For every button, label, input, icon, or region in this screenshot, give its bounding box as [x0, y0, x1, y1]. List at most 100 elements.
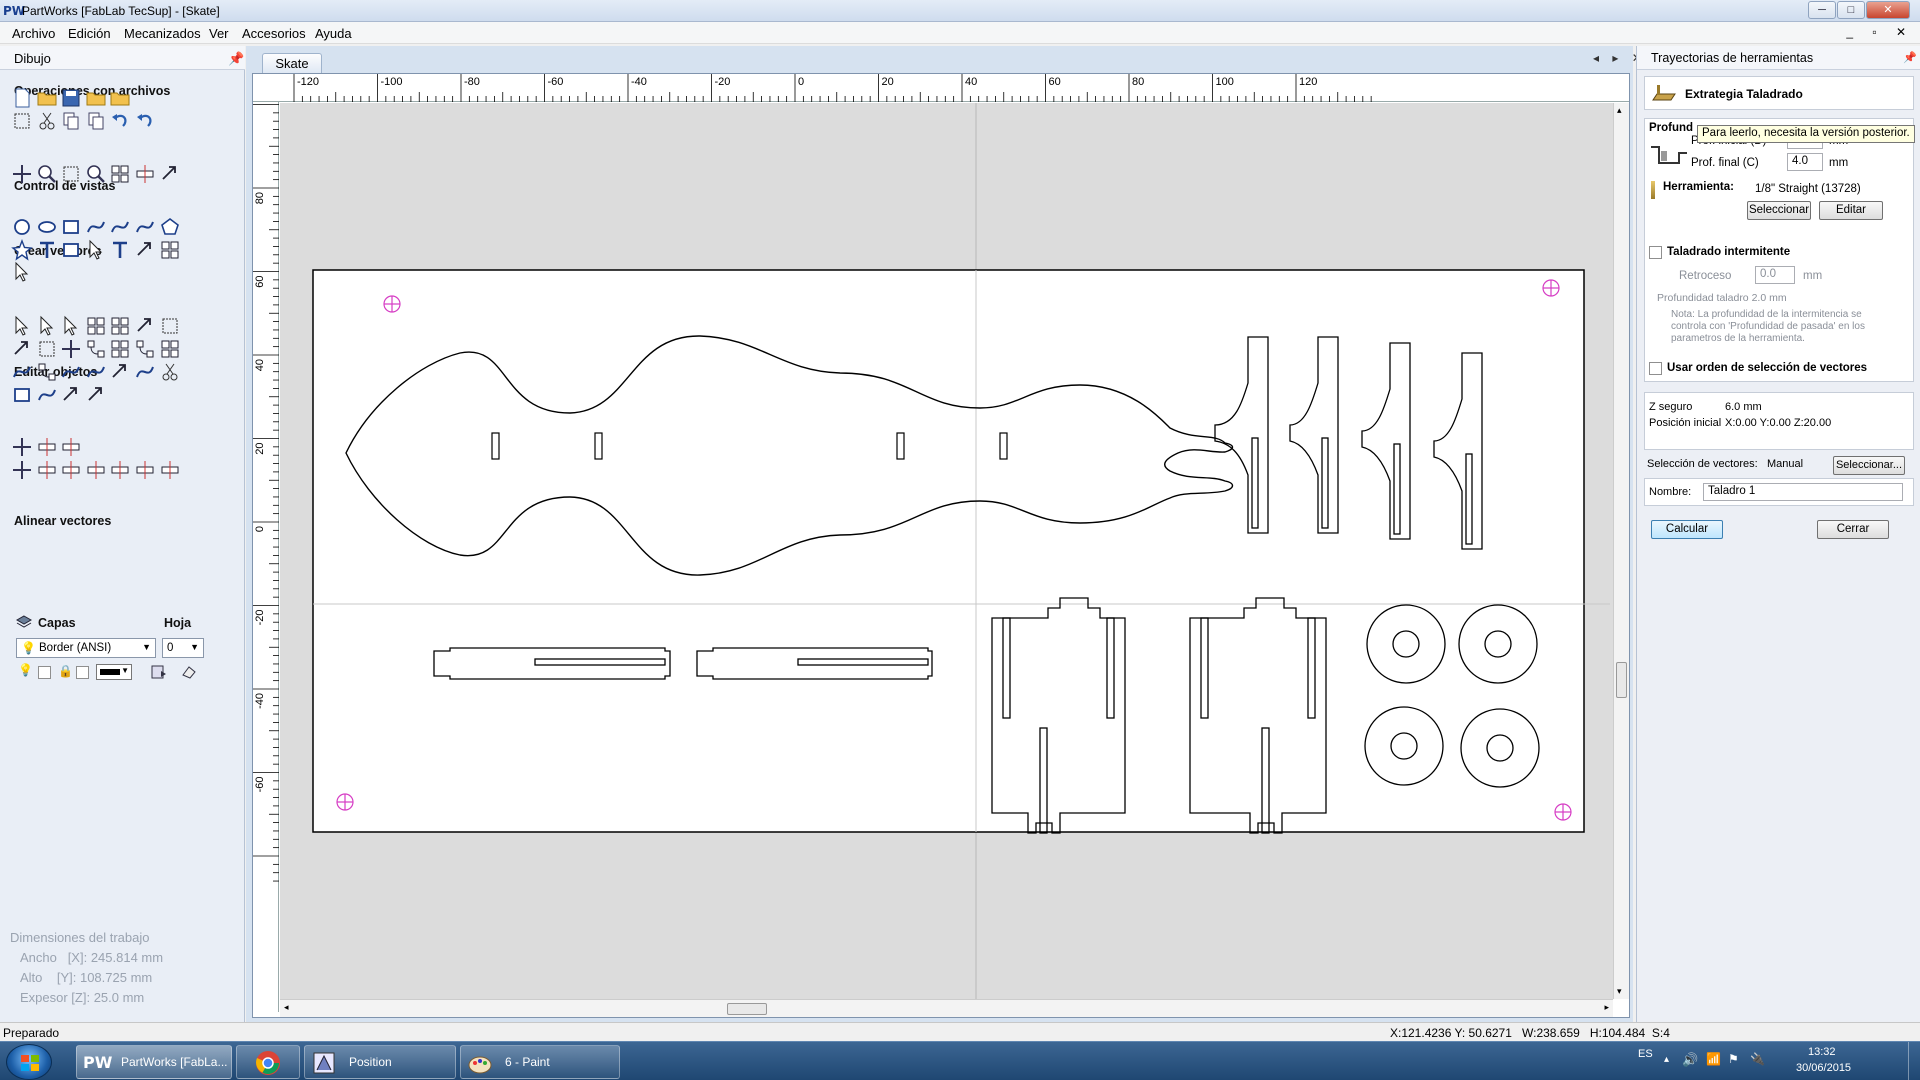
zoom-icon[interactable] [36, 163, 58, 185]
cut-icon[interactable] [36, 110, 58, 132]
power-icon[interactable]: 🔌 [1750, 1052, 1765, 1066]
menu-ayuda[interactable]: Ayuda [315, 26, 352, 41]
transform-icon[interactable] [60, 315, 82, 337]
align-top-icon[interactable] [36, 459, 58, 481]
layer-lock-checkbox[interactable] [76, 666, 89, 679]
menu-ver[interactable]: Ver [209, 26, 229, 41]
new-file-icon[interactable] [11, 87, 33, 109]
polygon-tool-icon[interactable] [159, 216, 181, 238]
scroll-up-icon[interactable]: ▴ [1617, 105, 1622, 116]
ungroup-icon[interactable] [109, 315, 131, 337]
circle-tool-icon[interactable] [11, 216, 33, 238]
text-tool-icon[interactable] [36, 239, 58, 261]
scroll-down-icon[interactable]: ▾ [1617, 986, 1622, 997]
select-tool-icon[interactable] [11, 315, 33, 337]
end-depth-input[interactable]: 4.0 [1787, 153, 1823, 171]
export-view-icon[interactable] [159, 163, 181, 185]
menu-accesorios[interactable]: Accesorios [242, 26, 306, 41]
task-chrome[interactable] [236, 1045, 300, 1079]
layer-color-dropdown[interactable]: ▼ [96, 664, 132, 680]
redo-icon[interactable] [134, 110, 156, 132]
task-paint[interactable]: 6 - Paint [460, 1045, 620, 1079]
bevel-icon[interactable] [85, 338, 107, 360]
rotate-icon[interactable] [11, 338, 33, 360]
node-edit-icon[interactable] [36, 315, 58, 337]
horizontal-view-icon[interactable] [134, 163, 156, 185]
vertical-scrollbar[interactable]: ▴ ▾ [1613, 103, 1629, 999]
select-all-icon[interactable] [11, 110, 33, 132]
align-bottom-icon[interactable] [60, 459, 82, 481]
open-file-icon[interactable] [36, 87, 58, 109]
measure-tool-icon[interactable] [11, 261, 33, 283]
break-icon[interactable] [60, 384, 82, 406]
undo-icon[interactable] [109, 110, 131, 132]
pin-icon[interactable]: 📌 [1903, 51, 1917, 64]
align-v-center-icon[interactable] [109, 459, 131, 481]
chamfer-icon[interactable] [109, 361, 131, 383]
show-desktop-button[interactable] [1908, 1042, 1920, 1080]
horizontal-scroll-thumb[interactable] [727, 1003, 767, 1015]
spline-tool-icon[interactable] [134, 216, 156, 238]
clock-time[interactable]: 13:32 [1808, 1046, 1836, 1058]
ellipse-tool-icon[interactable] [36, 216, 58, 238]
smooth-icon[interactable] [134, 361, 156, 383]
peck-drill-checkbox[interactable] [1649, 246, 1662, 259]
distort-icon[interactable] [60, 338, 82, 360]
pin-icon[interactable]: 📌 [228, 51, 244, 67]
sheet-dropdown[interactable]: 0 ▼ [162, 638, 204, 658]
vertical-scroll-thumb[interactable] [1616, 662, 1627, 698]
weld-icon[interactable] [109, 338, 131, 360]
arc-tool-icon[interactable] [109, 216, 131, 238]
clock-date[interactable]: 30/06/2015 [1796, 1062, 1851, 1074]
lock-icon[interactable]: 🔒 [58, 664, 73, 678]
text-path-icon[interactable] [85, 239, 107, 261]
menu-edicion[interactable]: Edición [68, 26, 111, 41]
align-right-icon[interactable] [60, 436, 82, 458]
import-icon[interactable] [109, 87, 131, 109]
layer-manager-icon[interactable] [150, 663, 168, 684]
start-button[interactable] [6, 1044, 52, 1080]
close-panel-button[interactable]: Cerrar [1817, 520, 1889, 539]
close-button[interactable]: ✕ [1866, 1, 1910, 19]
horizontal-scrollbar[interactable]: ◂ ▸ [280, 999, 1613, 1017]
speaker-icon[interactable]: 🔊 [1682, 1052, 1698, 1068]
nest-icon[interactable] [159, 338, 181, 360]
group-icon[interactable] [85, 315, 107, 337]
retract-input[interactable]: 0.0 [1755, 266, 1795, 284]
text-arc-icon[interactable] [109, 239, 131, 261]
align-page-icon[interactable] [11, 459, 33, 481]
star-tool-icon[interactable] [11, 239, 33, 261]
task-partworks[interactable]: PW PartWorks [FabLa... [76, 1045, 232, 1079]
use-order-checkbox[interactable] [1649, 362, 1662, 375]
split-view-icon[interactable] [109, 163, 131, 185]
drawing-canvas[interactable] [280, 103, 1628, 999]
menu-mecanizados[interactable]: Mecanizados [124, 26, 201, 41]
reverse-icon[interactable] [85, 384, 107, 406]
drawing-svg[interactable] [280, 103, 1628, 999]
tab-skate[interactable]: Skate [262, 53, 322, 73]
scroll-left-icon[interactable]: ◂ [284, 1002, 289, 1013]
tool-select-button[interactable]: Seleccionar [1747, 201, 1811, 220]
pan-icon[interactable] [11, 163, 33, 185]
scroll-right-icon[interactable]: ▸ [1604, 1002, 1609, 1013]
task-position[interactable]: Position [304, 1045, 456, 1079]
open-folder-icon[interactable] [85, 87, 107, 109]
layer-dropdown[interactable]: 💡 Border (ANSI) ▼ [16, 638, 156, 658]
close-vector-icon[interactable] [11, 384, 33, 406]
paste-icon[interactable] [85, 110, 107, 132]
distribute-v-icon[interactable] [159, 459, 181, 481]
zoom-fit-icon[interactable] [85, 163, 107, 185]
trim-icon[interactable] [36, 361, 58, 383]
curve-to-arc-icon[interactable] [36, 384, 58, 406]
array-icon[interactable] [159, 239, 181, 261]
align-center-icon[interactable] [11, 436, 33, 458]
copy-icon[interactable] [60, 110, 82, 132]
offset-icon[interactable] [11, 361, 33, 383]
save-file-icon[interactable] [60, 87, 82, 109]
mirror-icon[interactable] [134, 315, 156, 337]
layer-visible-checkbox[interactable] [38, 666, 51, 679]
extend-icon[interactable] [85, 361, 107, 383]
zoom-box-icon[interactable] [60, 163, 82, 185]
curve-tool-icon[interactable] [85, 216, 107, 238]
scale-icon[interactable] [159, 315, 181, 337]
